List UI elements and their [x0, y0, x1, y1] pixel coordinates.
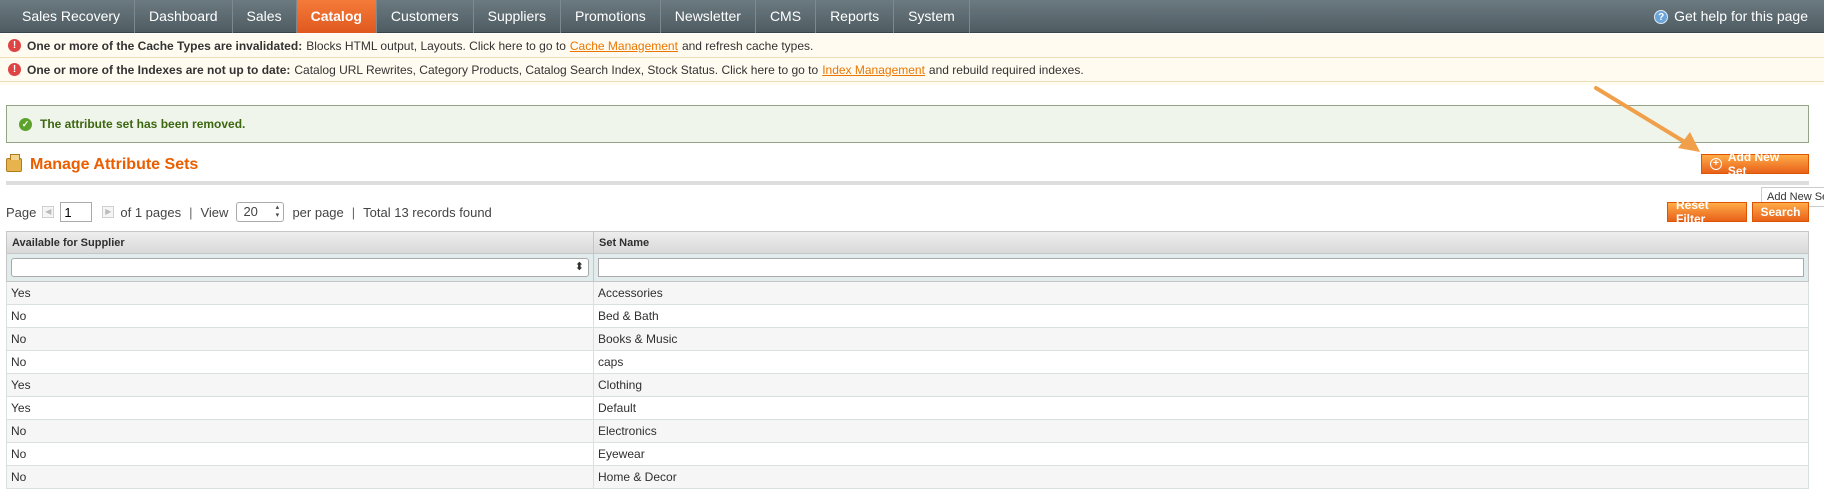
- table-row[interactable]: No caps: [6, 351, 1809, 374]
- table-row[interactable]: No Electronics: [6, 420, 1809, 443]
- cell-set-name: Electronics: [598, 424, 657, 438]
- help-icon: ?: [1654, 9, 1669, 24]
- table-row[interactable]: Yes Clothing: [6, 374, 1809, 397]
- annotation-arrow-icon: [1594, 86, 1700, 152]
- add-new-set-button[interactable]: + Add New Set: [1701, 150, 1809, 178]
- column-header-set-name[interactable]: Set Name: [594, 232, 1808, 253]
- notice-text: Catalog URL Rewrites, Category Products,…: [294, 62, 819, 77]
- per-page-select[interactable]: 20: [236, 202, 285, 222]
- success-text: The attribute set has been removed.: [40, 117, 246, 131]
- cell-set-name: Default: [598, 401, 637, 415]
- page-label: Page: [6, 204, 37, 220]
- grid-body: Yes Accessories No Bed & Bath No Books & Musi…: [6, 282, 1809, 489]
- table-row[interactable]: No Bed & Bath: [6, 305, 1809, 328]
- plus-icon: +: [1710, 158, 1722, 170]
- cell-set-name: Books & Music: [598, 332, 678, 346]
- page-number-input[interactable]: [60, 202, 93, 222]
- cache-notice: ! One or more of the Cache Types are inv…: [0, 34, 1824, 58]
- grid-header: Available for Supplier Set Name: [6, 231, 1809, 254]
- notice-tail: and rebuild required indexes.: [928, 62, 1084, 77]
- nav-item-system[interactable]: System: [894, 0, 970, 33]
- table-row[interactable]: No Books & Music: [6, 328, 1809, 351]
- table-row[interactable]: Yes Default: [6, 397, 1809, 420]
- cell-supplier: Yes: [7, 374, 594, 396]
- cell-supplier: No: [7, 420, 594, 442]
- separator: |: [351, 204, 356, 220]
- column-header-supplier[interactable]: Available for Supplier: [7, 232, 594, 253]
- cell-supplier: No: [7, 328, 594, 350]
- add-new-set-label: Add New Set: [1727, 150, 1780, 178]
- nav-item-reports[interactable]: Reports: [816, 0, 895, 33]
- nav-item-newsletter[interactable]: Newsletter: [661, 0, 756, 33]
- table-row[interactable]: No Home & Decor: [6, 466, 1809, 489]
- nav-item-cms[interactable]: CMS: [756, 0, 817, 33]
- help-link[interactable]: ? Get help for this page: [1654, 0, 1808, 33]
- cell-supplier: Yes: [7, 397, 594, 419]
- nav-item-customers[interactable]: Customers: [377, 0, 474, 33]
- total-records: Total 13 records found: [363, 204, 492, 220]
- table-row[interactable]: No Eyewear: [6, 443, 1809, 466]
- error-icon: !: [8, 39, 21, 52]
- help-label: Get help for this page: [1674, 8, 1808, 24]
- header-divider: [6, 181, 1809, 185]
- notice-text: Blocks HTML output, Layouts. Click here …: [306, 38, 566, 53]
- cell-set-name: Home & Decor: [598, 470, 677, 484]
- notice-divider: [0, 82, 1824, 85]
- success-check-icon: ✓: [19, 117, 32, 131]
- nav-item-catalog[interactable]: Catalog: [296, 0, 377, 33]
- pager: Page ◀ ▶ of 1 pages | View 20 per page |…: [6, 202, 492, 222]
- next-page-icon[interactable]: ▶: [102, 206, 115, 218]
- supplier-filter-select[interactable]: [11, 258, 589, 277]
- cell-supplier: No: [7, 351, 594, 373]
- index-notice: ! One or more of the Indexes are not up …: [0, 58, 1824, 82]
- cell-supplier: No: [7, 443, 594, 465]
- cell-set-name: caps: [598, 355, 624, 369]
- of-pages-text: of 1 pages: [120, 204, 182, 220]
- nav-item-sales[interactable]: Sales: [233, 0, 297, 33]
- cell-set-name: Bed & Bath: [598, 309, 659, 323]
- nav-item-promotions[interactable]: Promotions: [561, 0, 661, 33]
- nav-item-dashboard[interactable]: Dashboard: [135, 0, 233, 33]
- filter-row: [6, 253, 1809, 282]
- success-message: ✓ The attribute set has been removed.: [6, 105, 1809, 143]
- page-title: Manage Attribute Sets: [30, 156, 199, 173]
- separator: |: [189, 204, 193, 220]
- attribute-sets-icon: [6, 154, 22, 172]
- cell-supplier: No: [7, 466, 594, 488]
- table-row[interactable]: Yes Accessories: [6, 282, 1809, 305]
- cell-supplier: No: [7, 305, 594, 327]
- cell-set-name: Accessories: [598, 286, 663, 300]
- per-page-label: per page: [292, 204, 344, 220]
- nav-item-suppliers[interactable]: Suppliers: [474, 0, 561, 33]
- cell-set-name: Eyewear: [598, 447, 645, 461]
- search-button[interactable]: Search: [1752, 202, 1809, 222]
- cell-supplier: Yes: [7, 282, 594, 304]
- error-icon: !: [8, 63, 21, 76]
- top-navigation: Sales Recovery Dashboard Sales Catalog Custo…: [0, 0, 1824, 33]
- page-header: Manage Attribute Sets: [6, 154, 199, 174]
- view-label: View: [200, 204, 229, 220]
- attribute-sets-grid: Available for Supplier Set Name Yes Acces…: [6, 231, 1809, 489]
- set-name-filter-input[interactable]: [598, 258, 1804, 277]
- cell-set-name: Clothing: [598, 378, 643, 392]
- prev-page-icon[interactable]: ◀: [42, 206, 55, 218]
- nav-menu: Sales Recovery Dashboard Sales Catalog Custo…: [8, 0, 970, 33]
- index-management-link[interactable]: Index Management: [822, 63, 925, 77]
- cache-management-link[interactable]: Cache Management: [570, 39, 678, 53]
- notice-bold: One or more of the Indexes are not up to…: [27, 62, 291, 77]
- notice-bold: One or more of the Cache Types are inval…: [27, 38, 303, 53]
- reset-filter-button[interactable]: Reset Filter: [1667, 198, 1747, 226]
- nav-item-sales-recovery[interactable]: Sales Recovery: [8, 0, 136, 33]
- notice-tail: and refresh cache types.: [681, 38, 814, 53]
